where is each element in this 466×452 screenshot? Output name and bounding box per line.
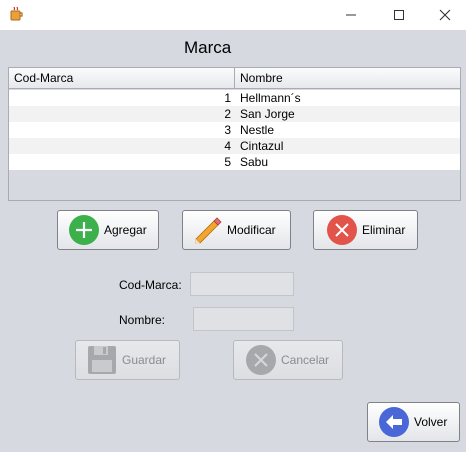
guardar-button[interactable]: Guardar (75, 340, 180, 380)
agregar-label: Agregar (104, 223, 147, 237)
volver-label: Volver (414, 415, 448, 429)
cell-nombre: Sabu (240, 155, 269, 169)
marca-table[interactable]: Cod-Marca Nombre 1 Hellmann´s 2 San Jorg… (8, 67, 461, 201)
x-circle-icon (327, 215, 357, 245)
table-row[interactable]: 1 Hellmann´s (9, 90, 460, 106)
window-titlebar (0, 0, 466, 30)
volver-button[interactable]: Volver (367, 402, 460, 442)
close-button[interactable] (422, 0, 466, 30)
maximize-icon (394, 10, 404, 20)
cell-cod-marca: 5 (224, 155, 231, 169)
arrow-left-icon (379, 407, 409, 437)
cell-cod-marca: 1 (224, 91, 231, 105)
form-title: Marca (184, 38, 232, 57)
table-row[interactable]: 2 San Jorge (9, 106, 460, 122)
column-header-nombre[interactable]: Nombre (235, 68, 460, 88)
table-row[interactable]: 5 Sabu (9, 154, 460, 170)
cod-marca-label: Cod-Marca: (119, 278, 182, 292)
floppy-disk-icon (88, 346, 116, 374)
guardar-label: Guardar (122, 353, 167, 367)
minimize-button[interactable] (328, 0, 374, 30)
cell-nombre: Hellmann´s (240, 91, 301, 105)
nombre-input[interactable] (193, 307, 294, 331)
nombre-label: Nombre: (119, 313, 166, 327)
cancelar-label: Cancelar (281, 353, 330, 367)
plus-icon (69, 215, 99, 245)
pencil-icon (195, 217, 222, 244)
table-row[interactable]: 3 Nestle (9, 122, 460, 138)
modificar-label: Modificar (227, 223, 276, 237)
cell-nombre: Nestle (240, 123, 275, 137)
eliminar-button[interactable]: Eliminar (313, 210, 418, 250)
agregar-button[interactable]: Agregar (57, 210, 159, 250)
eliminar-label: Eliminar (362, 223, 406, 237)
table-header: Cod-Marca Nombre (9, 68, 460, 89)
column-header-cod-marca[interactable]: Cod-Marca (9, 68, 235, 88)
close-icon (439, 9, 451, 21)
cancelar-button[interactable]: Cancelar (233, 340, 343, 380)
table-row[interactable]: 4 Cintazul (9, 138, 460, 154)
cell-cod-marca: 3 (224, 123, 231, 137)
cell-cod-marca: 2 (224, 107, 231, 121)
cell-cod-marca: 4 (224, 139, 231, 153)
cod-marca-input[interactable] (190, 272, 294, 296)
cell-nombre: San Jorge (240, 107, 295, 121)
maximize-button[interactable] (376, 0, 422, 30)
minimize-icon (346, 14, 356, 16)
cell-nombre: Cintazul (240, 139, 284, 153)
x-circle-icon (246, 345, 276, 375)
java-cup-icon (10, 6, 23, 21)
modificar-button[interactable]: Modificar (182, 210, 291, 250)
